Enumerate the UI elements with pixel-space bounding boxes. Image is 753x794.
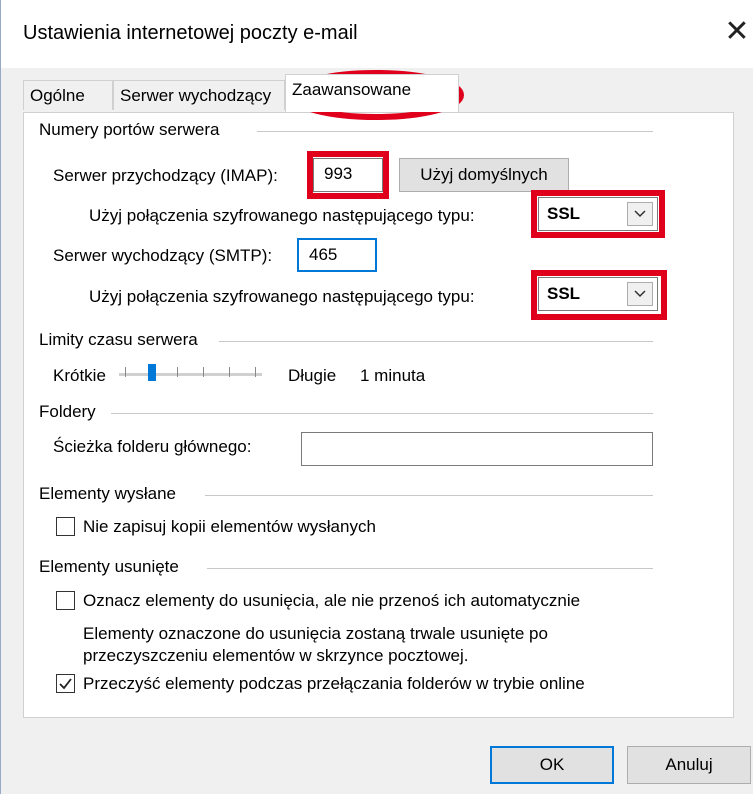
purge-label: Przeczyść elementy podczas przełączania … [83, 674, 585, 693]
close-icon[interactable]: ✕ [720, 14, 753, 50]
tab-advanced[interactable]: Zaawansowane [285, 74, 459, 112]
checkmark-icon [59, 678, 72, 690]
deletion-note-line2: przeczyszczeniu elementów w skrzynce poc… [83, 646, 469, 665]
mark-for-deletion-label: Oznacz elementy do usunięcia, ale nie pr… [83, 591, 581, 610]
ok-button[interactable]: OK [490, 746, 614, 784]
section-folders: Foldery [39, 402, 96, 421]
imap-port-input[interactable]: 993 [313, 158, 383, 192]
section-divider [207, 568, 653, 569]
smtp-encryption-value: SSL [547, 284, 581, 303]
tab-label: Zaawansowane [292, 80, 412, 99]
section-divider [111, 413, 653, 414]
smtp-encryption-select[interactable]: SSL [538, 277, 658, 311]
use-defaults-button[interactable]: Użyj domyślnych [399, 158, 569, 192]
cancel-button[interactable]: Anuluj [627, 746, 751, 784]
dialog-title: Ustawienia internetowej poczty e-mail [23, 22, 358, 44]
no-copy-label: Nie zapisuj kopii elementów wysłanych [83, 517, 376, 536]
smtp-encryption-label: Użyj połączenia szyfrowanego następujące… [89, 287, 475, 306]
root-folder-label: Ścieżka folderu głównego: [53, 437, 252, 456]
imap-encryption-select[interactable]: SSL [538, 197, 658, 231]
purge-checkbox[interactable] [56, 674, 75, 693]
section-divider [205, 495, 653, 496]
tab-outgoing-server[interactable]: Serwer wychodzący [113, 80, 285, 110]
tab-label: Ogólne [30, 86, 85, 105]
mark-for-deletion-checkbox[interactable] [56, 591, 75, 610]
section-server-timeouts: Limity czasu serwera [39, 330, 198, 349]
root-folder-input[interactable] [301, 432, 653, 466]
smtp-port-label: Serwer wychodzący (SMTP): [53, 246, 273, 265]
imap-port-label: Serwer przychodzący (IMAP): [53, 166, 278, 185]
slider-ticks [125, 367, 256, 379]
timeout-value: 1 minuta [360, 366, 426, 385]
no-copy-checkbox[interactable] [56, 517, 75, 536]
section-server-ports: Numery portów serwera [39, 120, 220, 139]
timeout-slider-thumb[interactable] [148, 364, 156, 381]
section-deleted-items: Elementy usunięte [39, 557, 179, 576]
chevron-down-icon [627, 282, 653, 306]
tab-general[interactable]: Ogólne [23, 80, 113, 110]
smtp-port-input[interactable]: 465 [297, 238, 377, 272]
section-divider [219, 341, 653, 342]
deletion-note-line1: Elementy oznaczone do usunięcia zostaną … [83, 624, 548, 643]
email-settings-dialog: Ustawienia internetowej poczty e-mail ✕ … [0, 0, 753, 794]
tab-label: Serwer wychodzący [120, 86, 272, 105]
title-bar: Ustawienia internetowej poczty e-mail ✕ [1, 0, 753, 68]
imap-encryption-value: SSL [547, 204, 581, 223]
timeout-short-label: Krótkie [53, 366, 106, 385]
chevron-down-icon [627, 202, 653, 226]
imap-encryption-label: Użyj połączenia szyfrowanego następujące… [89, 206, 475, 225]
section-sent-items: Elementy wysłane [39, 484, 177, 503]
section-divider [257, 131, 653, 132]
timeout-long-label: Długie [288, 366, 337, 385]
